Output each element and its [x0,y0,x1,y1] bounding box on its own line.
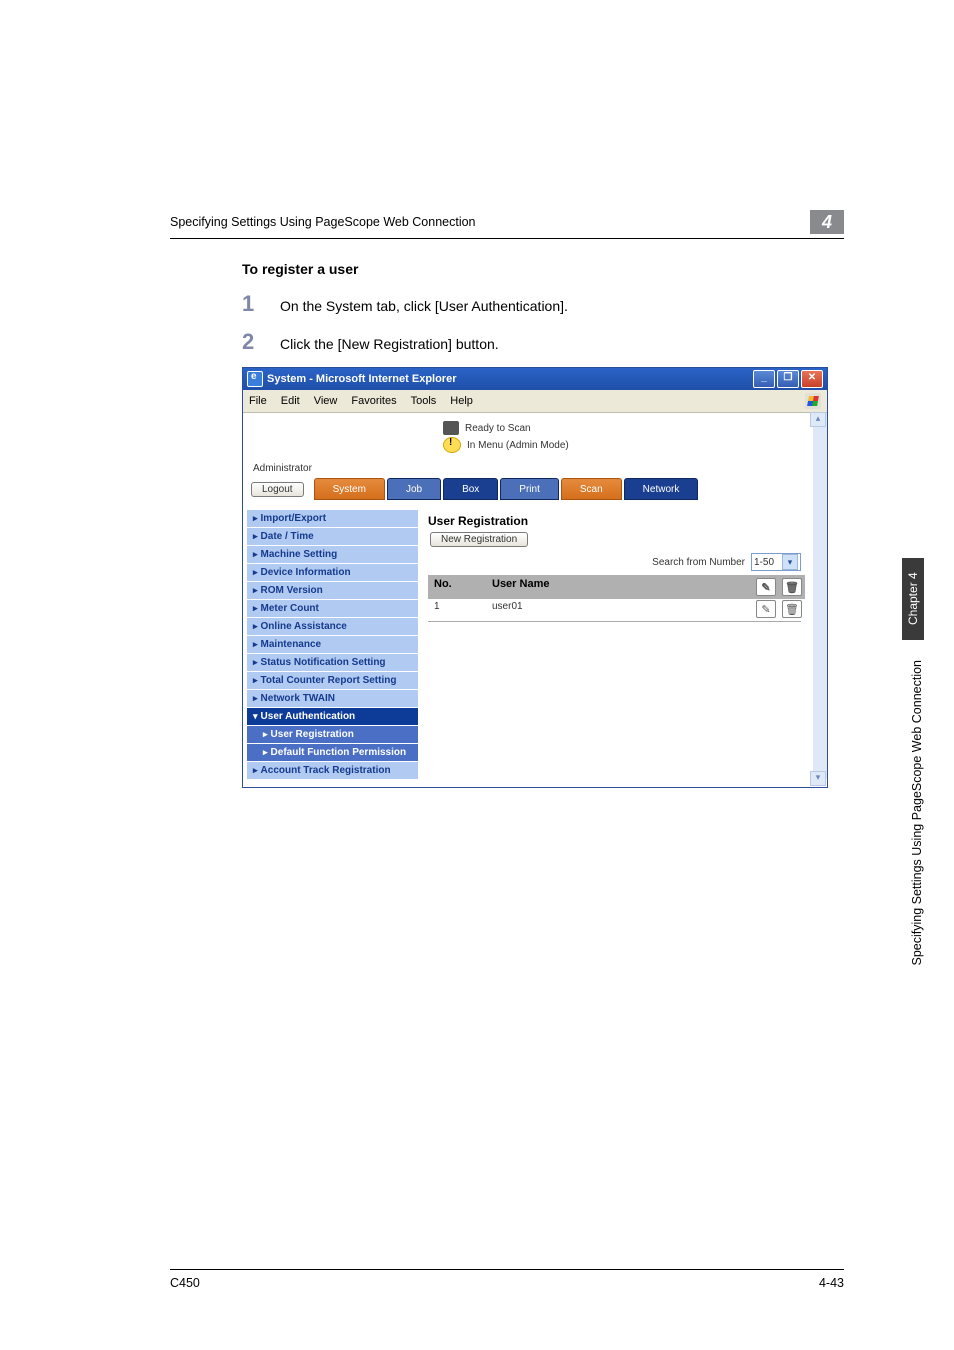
browser-window: System - Microsoft Internet Explorer _ ❐… [242,367,828,788]
col-user-name: User Name [486,575,745,599]
tab-scan[interactable]: Scan [561,478,622,500]
row-divider [428,621,801,622]
menu-help[interactable]: Help [450,395,473,407]
sidebar-item-device-information[interactable]: Device Information [247,564,418,581]
delete-row-button[interactable]: 🗑 [782,600,802,618]
sidebar-item-import-export[interactable]: Import/Export [247,510,418,527]
step-text-2: Click the [New Registration] button. [280,336,499,352]
sidebar-item-network-twain[interactable]: Network TWAIN [247,690,418,707]
running-header: Specifying Settings Using PageScope Web … [170,215,810,229]
sidebar-item-meter-count[interactable]: Meter Count [247,600,418,617]
sidebar-item-rom-version[interactable]: ROM Version [247,582,418,599]
edit-row-button[interactable]: ✎ [756,600,776,618]
scroll-up-button[interactable]: ▴ [810,412,826,427]
minimize-button[interactable]: _ [753,370,775,388]
sidebar-item-total-counter-report[interactable]: Total Counter Report Setting [247,672,418,689]
new-registration-button[interactable]: New Registration [430,532,528,547]
footer-rule [170,1269,844,1270]
menu-edit[interactable]: Edit [281,395,300,407]
logout-button[interactable]: Logout [251,482,304,497]
menu-view[interactable]: View [314,395,338,407]
table-row: 1 user01 ✎ 🗑 [428,599,805,619]
sidebar-item-account-track-registration[interactable]: Account Track Registration [247,762,418,779]
menu-file[interactable]: File [249,395,267,407]
search-from-number-label: Search from Number [652,557,745,568]
menu-favorites[interactable]: Favorites [351,395,396,407]
cell-no: 1 [428,599,486,619]
tab-system[interactable]: System [314,478,385,500]
step-text-1: On the System tab, click [User Authentic… [280,298,568,314]
table-header: No. User Name ✎ 🗑 [428,575,805,599]
main-pane: User Registration New Registration Searc… [422,508,809,779]
section-title: To register a user [242,261,844,277]
printer-icon [443,421,459,435]
close-button[interactable]: ✕ [801,370,823,388]
chapter-badge: 4 [810,210,844,234]
sidebar-item-online-assistance[interactable]: Online Assistance [247,618,418,635]
side-running-text: Specifying Settings Using PageScope Web … [910,660,924,966]
edit-column-icon: ✎ [756,578,776,596]
sidebar: Import/Export Date / Time Machine Settin… [243,508,422,779]
cell-user-name: user01 [486,599,745,619]
ie-icon [247,371,263,387]
col-no: No. [428,575,486,599]
scroll-down-button[interactable]: ▾ [810,771,826,786]
sidebar-item-status-notification[interactable]: Status Notification Setting [247,654,418,671]
window-titlebar[interactable]: System - Microsoft Internet Explorer _ ❐… [243,368,827,390]
sidebar-item-maintenance[interactable]: Maintenance [247,636,418,653]
sidebar-item-date-time[interactable]: Date / Time [247,528,418,545]
delete-column-icon: 🗑 [782,578,802,596]
sidebar-item-machine-setting[interactable]: Machine Setting [247,546,418,563]
chevron-down-icon: ▾ [782,554,798,570]
pane-title: User Registration [428,512,805,532]
windows-flag-icon [805,393,821,409]
footer-model: C450 [170,1276,200,1290]
tab-print[interactable]: Print [500,478,559,500]
sidebar-item-user-registration[interactable]: User Registration [247,726,418,743]
side-chapter-tab: Chapter 4 [902,558,924,640]
header-rule [170,238,844,239]
menu-tools[interactable]: Tools [411,395,437,407]
maximize-button[interactable]: ❐ [777,370,799,388]
warning-icon [443,437,461,453]
window-title: System - Microsoft Internet Explorer [267,373,457,385]
status-menu: In Menu (Admin Mode) [467,440,569,451]
sidebar-item-default-function-permission[interactable]: Default Function Permission [247,744,418,761]
tab-job[interactable]: Job [387,478,441,500]
administrator-label: Administrator [243,459,827,474]
footer-page-number: 4-43 [819,1276,844,1290]
menu-bar: File Edit View Favorites Tools Help [243,390,827,413]
tab-box[interactable]: Box [443,478,498,500]
step-number-2: 2 [242,329,280,355]
tab-network[interactable]: Network [624,478,699,500]
search-range-select[interactable]: 1-50 ▾ [751,553,801,571]
sidebar-item-user-authentication[interactable]: User Authentication [247,708,418,725]
status-ready: Ready to Scan [465,423,531,434]
search-range-value: 1-50 [754,557,774,568]
step-number-1: 1 [242,291,280,317]
